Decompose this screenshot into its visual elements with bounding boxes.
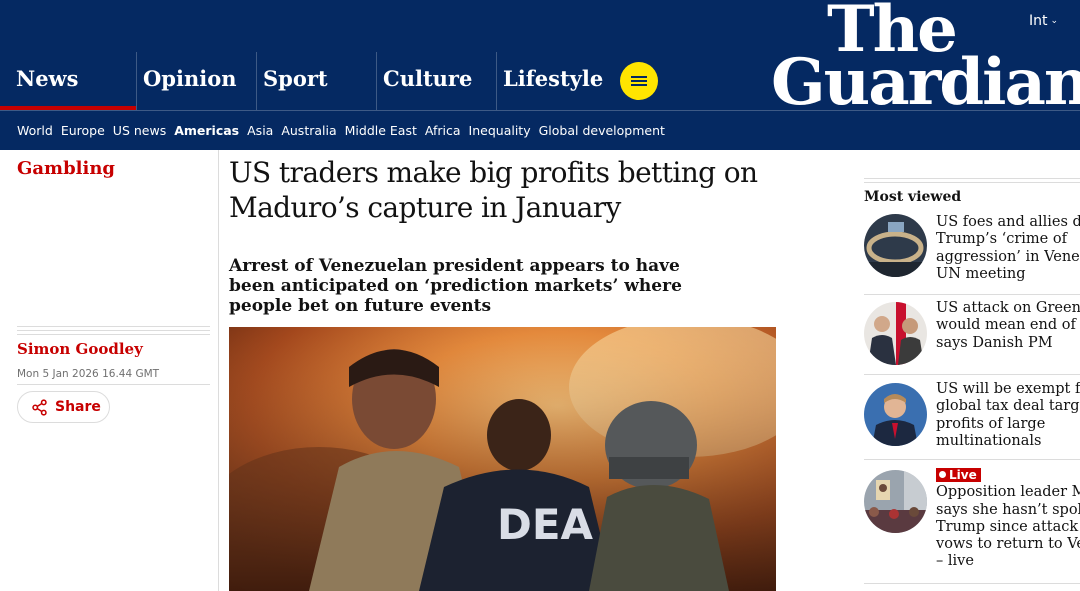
- article-meta-column: Gambling Simon Goodley Mon 5 Jan 2026 16…: [0, 150, 219, 591]
- story-thumbnail: [864, 470, 927, 533]
- official-portrait-image: [864, 383, 927, 446]
- danish-pm-image: [864, 302, 927, 365]
- headline-line: says she hasn’t spoke: [936, 501, 1080, 518]
- menu-button[interactable]: [620, 62, 658, 100]
- pillar-opinion[interactable]: Opinion: [136, 52, 256, 110]
- share-icon: [32, 398, 47, 416]
- live-label: Live: [949, 468, 977, 482]
- story-thumbnail: [864, 383, 927, 446]
- subnav-asia[interactable]: Asia: [247, 123, 273, 138]
- headline-line: US foes and allies den: [936, 214, 1080, 230]
- share-label: Share: [55, 399, 101, 415]
- menu-icon: [631, 76, 647, 78]
- most-viewed-item-2[interactable]: US attack on Greenlan would mean end of …: [864, 300, 1080, 372]
- headline-line: global tax deal targeti: [936, 398, 1080, 415]
- story-thumbnail: [864, 302, 927, 365]
- dea-jacket-text: DEA: [497, 500, 594, 549]
- headline-line: US attack on Greenlan: [936, 300, 1080, 316]
- author-byline[interactable]: Simon Goodley: [17, 340, 143, 358]
- article-standfirst: Arrest of Venezuelan president appears t…: [229, 256, 682, 316]
- sub-nav: World Europe US news Americas Asia Austr…: [17, 123, 665, 138]
- subnav-us-news[interactable]: US news: [113, 123, 166, 138]
- headline-line: says Danish PM: [936, 334, 1053, 351]
- headline-line: Opposition leader Ma: [936, 484, 1080, 501]
- subnav-global-development[interactable]: Global development: [539, 123, 665, 138]
- publish-date: Mon 5 Jan 2026 16.44 GMT: [17, 368, 160, 380]
- guardian-logo[interactable]: The Guardian: [771, 0, 1080, 121]
- meta-divider-2: [17, 384, 210, 385]
- headline-line: Trump since attack as: [936, 518, 1080, 535]
- list-divider: [864, 374, 1080, 375]
- live-badge: Live: [936, 468, 981, 482]
- headline-line: would mean end of Na: [936, 317, 1080, 334]
- most-viewed-item-1[interactable]: US foes and allies den Trump’s ‘crime of…: [864, 214, 1080, 286]
- hero-photo: DEA: [229, 327, 776, 591]
- most-viewed-item-4[interactable]: Live Opposition leader Ma says she hasn’…: [864, 467, 1080, 577]
- subnav-africa[interactable]: Africa: [425, 123, 461, 138]
- pillar-culture[interactable]: Culture: [376, 52, 496, 110]
- headline-line: Trump’s ‘crime of: [936, 231, 1067, 248]
- subnav-world[interactable]: World: [17, 123, 53, 138]
- headline-line: UN meeting: [936, 265, 1026, 282]
- subnav-middle-east[interactable]: Middle East: [345, 123, 417, 138]
- un-meeting-image: [864, 214, 927, 277]
- hero-image[interactable]: DEA: [229, 327, 776, 591]
- story-thumbnail: [864, 214, 927, 277]
- logo-line-2: Guardian: [771, 45, 1080, 121]
- subnav-europe[interactable]: Europe: [61, 123, 105, 138]
- headline-line: vows to return to Ven: [936, 536, 1080, 553]
- most-viewed-divider: [864, 178, 1080, 184]
- most-viewed-title: Most viewed: [864, 189, 962, 205]
- subnav-australia[interactable]: Australia: [281, 123, 336, 138]
- headline-line: profits of large: [936, 415, 1046, 432]
- pillar-sport[interactable]: Sport: [256, 52, 376, 110]
- live-dot-icon: [939, 471, 946, 478]
- list-divider: [864, 294, 1080, 295]
- article-headline: US traders make big profits betting on M…: [229, 156, 758, 224]
- header-divider: [0, 110, 1080, 111]
- headline-line: multinationals: [936, 432, 1042, 449]
- pillar-news[interactable]: News: [0, 52, 136, 110]
- list-divider: [864, 583, 1080, 584]
- live-badge-row: Live: [936, 467, 1080, 484]
- menu-icon-bar: [631, 84, 647, 86]
- list-divider: [864, 459, 1080, 460]
- menu-icon-bar: [631, 80, 647, 82]
- most-viewed-item-3[interactable]: US will be exempt fro global tax deal ta…: [864, 381, 1080, 457]
- headline-line: US will be exempt fro: [936, 381, 1080, 397]
- meta-divider: [17, 326, 210, 335]
- subnav-inequality[interactable]: Inequality: [469, 123, 531, 138]
- protest-image: [864, 470, 927, 533]
- section-kicker[interactable]: Gambling: [17, 158, 115, 179]
- pillar-lifestyle[interactable]: Lifestyle: [496, 52, 616, 110]
- subnav-americas[interactable]: Americas: [174, 123, 239, 138]
- headline-line: aggression’ in Venezu: [936, 248, 1080, 265]
- share-button[interactable]: Share: [17, 391, 110, 423]
- site-header: Int ⌄ The Guardian News Opinion Sport Cul…: [0, 0, 1080, 150]
- headline-line: – live: [936, 553, 974, 570]
